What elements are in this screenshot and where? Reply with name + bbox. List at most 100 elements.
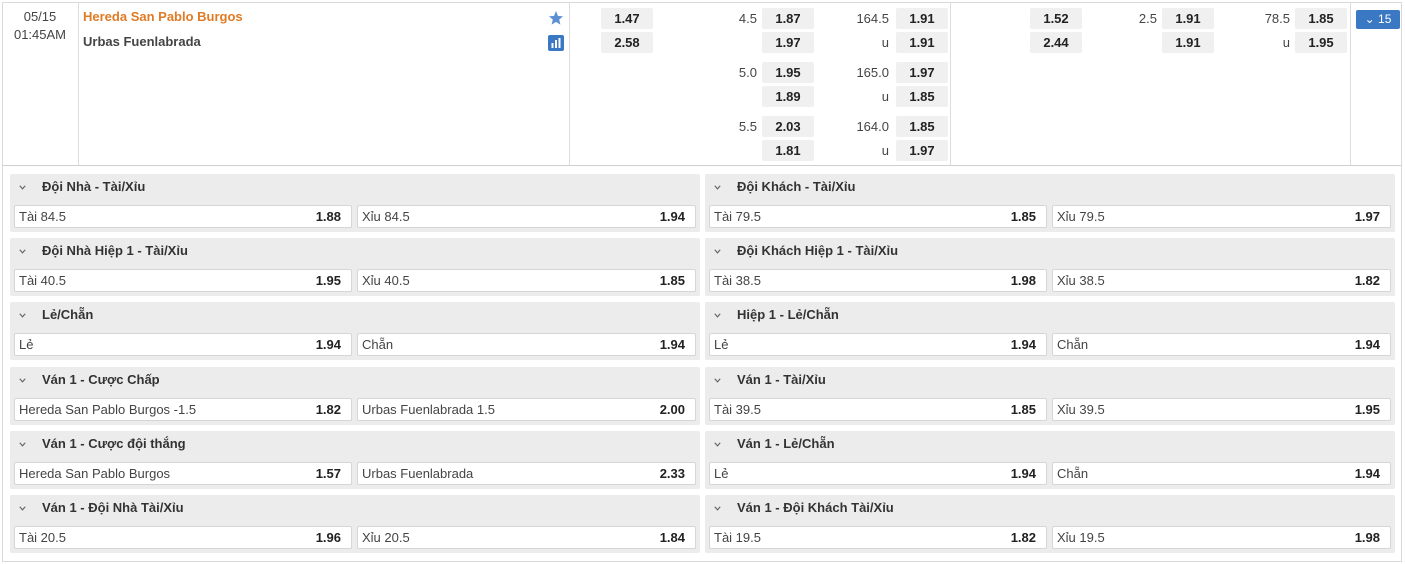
handicap-home-odd[interactable]: 2.03 [762,116,814,137]
total-under-odd[interactable]: 1.85 [896,86,948,107]
favorite-star-icon[interactable] [548,10,564,26]
market-card: Ván 1 - Cược Chấp Hereda San Pablo Burgo… [10,367,700,425]
market-option[interactable]: Urbas Fuenlabrada 1.5 2.00 [357,398,696,421]
market-option[interactable]: Xỉu 40.5 1.85 [357,269,696,292]
option-label: Xỉu 79.5 [1057,209,1105,224]
half-handicap-away-odd[interactable]: 1.91 [1162,32,1214,53]
chevron-down-icon[interactable] [713,504,722,513]
handicap-line: 5.5 [738,119,757,134]
more-markets-button[interactable]: ⌄ 15 [1356,10,1400,29]
market-option[interactable]: Hereda San Pablo Burgos -1.5 1.82 [14,398,352,421]
market-option[interactable]: Urbas Fuenlabrada 2.33 [357,462,696,485]
total-under-odd[interactable]: 1.97 [896,140,948,161]
option-odd: 1.85 [659,273,685,288]
market-option[interactable]: Tài 79.5 1.85 [709,205,1047,228]
handicap-away-odd[interactable]: 1.81 [762,140,814,161]
moneyline-away-odd[interactable]: 2.58 [601,32,653,53]
half-handicap-line: 2.5 [1138,11,1157,26]
market-option[interactable]: Tài 38.5 1.98 [709,269,1047,292]
market-title[interactable]: Đội Nhà - Tài/Xỉu [42,179,145,194]
market-option[interactable]: Xỉu 84.5 1.94 [357,205,696,228]
chevron-down-icon[interactable] [713,183,722,192]
option-label: Chẵn [1057,466,1089,481]
chevron-down-icon[interactable] [18,440,27,449]
chevron-down-icon[interactable] [713,311,722,320]
moneyline-home-odd[interactable]: 1.47 [601,8,653,29]
match-date: 05/15 [23,9,57,24]
market-card: Lẻ/Chẵn Lẻ 1.94 Chẵn 1.94 [10,302,700,360]
market-title[interactable]: Đội Nhà Hiệp 1 - Tài/Xỉu [42,243,188,258]
option-label: Hereda San Pablo Burgos -1.5 [19,402,197,417]
option-label: Lẻ [714,337,729,352]
market-title[interactable]: Ván 1 - Đội Nhà Tài/Xỉu [42,500,184,515]
market-title[interactable]: Ván 1 - Cược Chấp [42,372,160,387]
option-odd: 1.95 [315,273,341,288]
market-option[interactable]: Tài 19.5 1.82 [709,526,1047,549]
option-label: Lẻ [19,337,34,352]
market-option[interactable]: Xỉu 20.5 1.84 [357,526,696,549]
market-option[interactable]: Chẵn 1.94 [357,333,696,356]
half-total-line: 78.5 [1264,11,1290,26]
market-option[interactable]: Xỉu 19.5 1.98 [1052,526,1391,549]
away-team-name[interactable]: Urbas Fuenlabrada [83,34,201,49]
match-time: 01:45AM [13,27,67,42]
chevron-down-icon[interactable] [18,311,27,320]
chevron-down-icon[interactable] [713,247,722,256]
market-title[interactable]: Ván 1 - Đội Khách Tài/Xỉu [737,500,894,515]
market-option[interactable]: Tài 84.5 1.88 [14,205,352,228]
half-total-over-odd[interactable]: 1.85 [1295,8,1347,29]
chevron-down-icon[interactable] [18,247,27,256]
half-moneyline-home-odd[interactable]: 1.52 [1030,8,1082,29]
market-option[interactable]: Lẻ 1.94 [14,333,352,356]
market-card: Đội Khách Hiệp 1 - Tài/Xỉu Tài 38.5 1.98 … [705,238,1395,296]
market-option[interactable]: Chẵn 1.94 [1052,333,1391,356]
market-option[interactable]: Lẻ 1.94 [709,333,1047,356]
market-title[interactable]: Ván 1 - Lẻ/Chẵn [737,436,835,451]
market-title[interactable]: Lẻ/Chẵn [42,307,93,322]
total-line: 164.5 [856,11,889,26]
total-over-odd[interactable]: 1.97 [896,62,948,83]
handicap-home-odd[interactable]: 1.95 [762,62,814,83]
match-odds-panel: 05/15 01:45AM Hereda San Pablo Burgos Ur… [0,0,1405,564]
market-title[interactable]: Ván 1 - Tài/Xỉu [737,372,826,387]
handicap-home-odd[interactable]: 1.87 [762,8,814,29]
market-option[interactable]: Tài 39.5 1.85 [709,398,1047,421]
chevron-down-icon[interactable] [713,440,722,449]
total-over-odd[interactable]: 1.91 [896,8,948,29]
option-label: Xỉu 19.5 [1057,530,1105,545]
option-label: Xỉu 20.5 [362,530,410,545]
half-total-under-odd[interactable]: 1.95 [1295,32,1347,53]
option-odd: 1.88 [315,209,341,224]
total-over-odd[interactable]: 1.85 [896,116,948,137]
option-odd: 1.84 [659,530,685,545]
market-title[interactable]: Đội Khách Hiệp 1 - Tài/Xỉu [737,243,898,258]
market-option[interactable]: Tài 40.5 1.95 [14,269,352,292]
handicap-away-odd[interactable]: 1.89 [762,86,814,107]
half-handicap-home-odd[interactable]: 1.91 [1162,8,1214,29]
market-title[interactable]: Ván 1 - Cược đội thắng [42,436,186,451]
total-under-odd[interactable]: 1.91 [896,32,948,53]
chevron-down-icon[interactable] [18,376,27,385]
option-label: Tài 38.5 [714,273,761,288]
option-label: Tài 40.5 [19,273,66,288]
market-option[interactable]: Chẵn 1.94 [1052,462,1391,485]
market-option[interactable]: Tài 20.5 1.96 [14,526,352,549]
chevron-down-icon[interactable] [18,183,27,192]
market-title[interactable]: Đội Khách - Tài/Xỉu [737,179,855,194]
market-option[interactable]: Xỉu 39.5 1.95 [1052,398,1391,421]
market-option[interactable]: Xỉu 79.5 1.97 [1052,205,1391,228]
option-odd: 1.82 [315,402,341,417]
option-label: Chẵn [1057,337,1089,352]
stats-chart-icon[interactable] [548,35,564,51]
chevron-down-icon: ⌄ [1364,12,1375,26]
market-option[interactable]: Lẻ 1.94 [709,462,1047,485]
market-option[interactable]: Hereda San Pablo Burgos 1.57 [14,462,352,485]
chevron-down-icon[interactable] [713,376,722,385]
half-moneyline-away-odd[interactable]: 2.44 [1030,32,1082,53]
chevron-down-icon[interactable] [18,504,27,513]
market-card: Ván 1 - Tài/Xỉu Tài 39.5 1.85 Xỉu 39.5 1.9… [705,367,1395,425]
home-team-name[interactable]: Hereda San Pablo Burgos [83,9,243,24]
market-option[interactable]: Xỉu 38.5 1.82 [1052,269,1391,292]
handicap-away-odd[interactable]: 1.97 [762,32,814,53]
market-title[interactable]: Hiệp 1 - Lẻ/Chẵn [737,307,839,322]
